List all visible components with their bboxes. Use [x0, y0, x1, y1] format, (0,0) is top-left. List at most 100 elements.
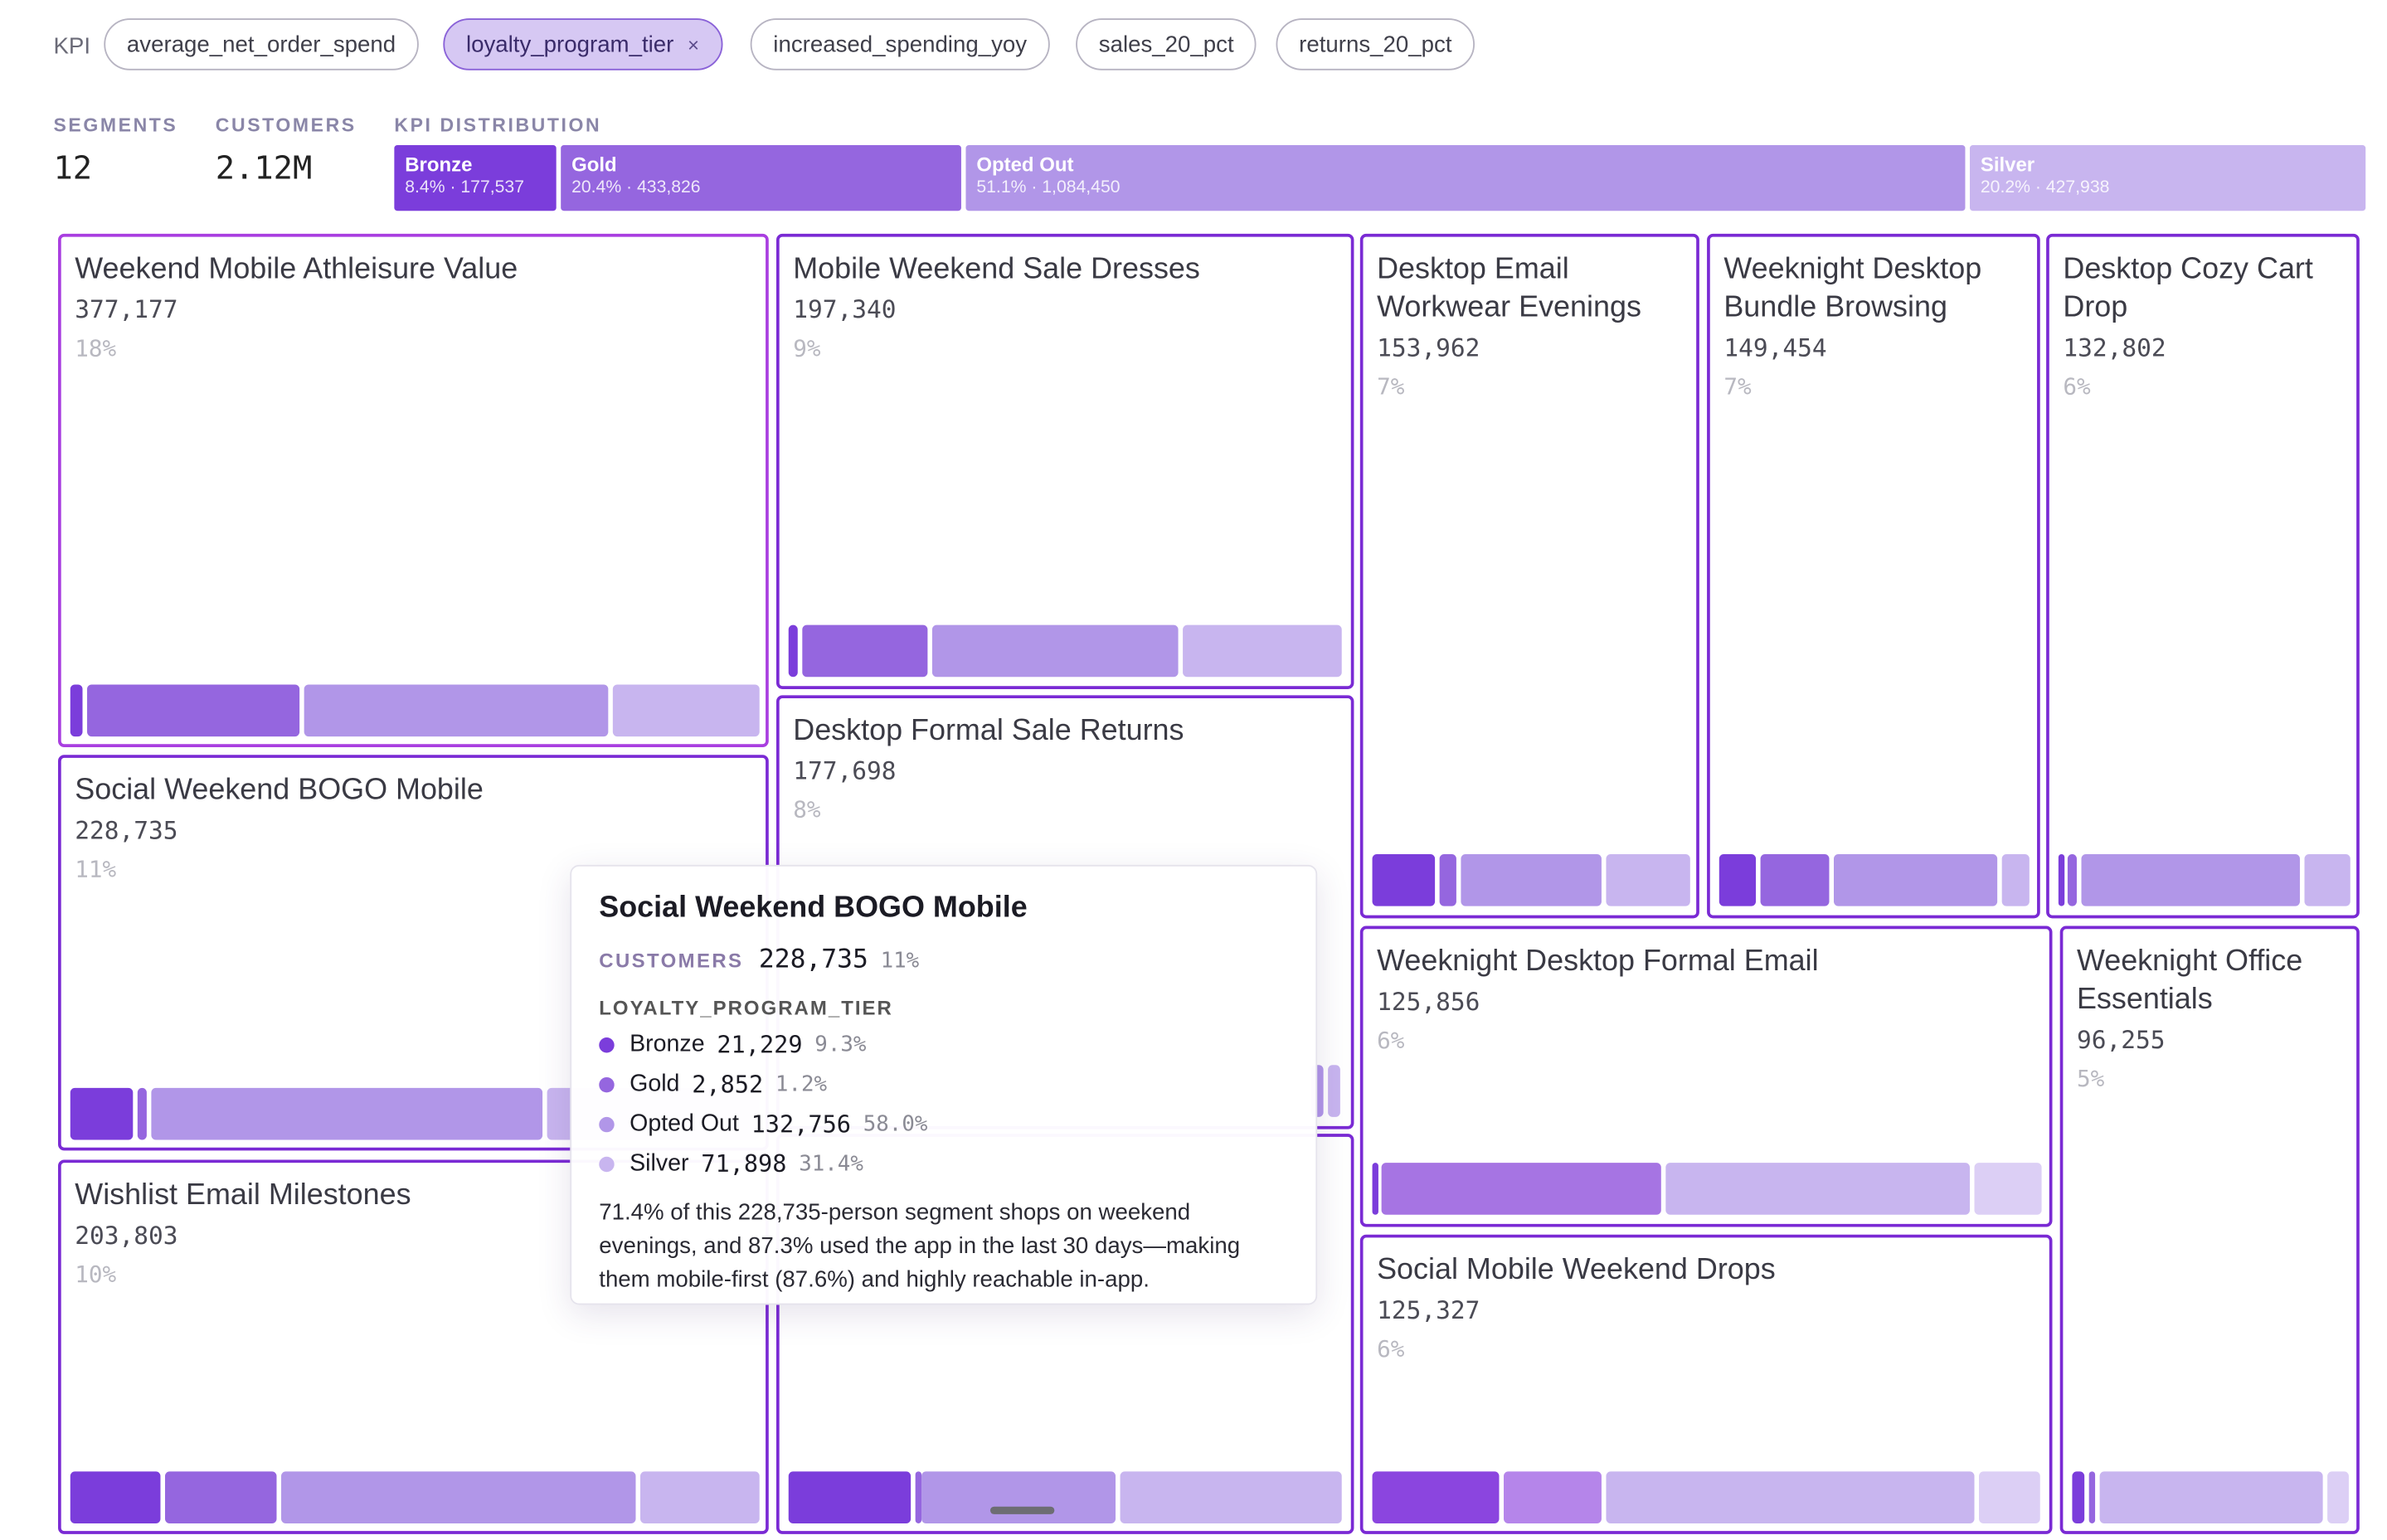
segment-percent: 7%	[1723, 372, 1752, 401]
segment-percent: 10%	[75, 1261, 117, 1289]
segment-tile[interactable]: Mobile Weekend Sale Dresses 197,340 9%	[775, 233, 1354, 689]
close-icon[interactable]: ×	[688, 33, 699, 56]
tooltip-row-value: 2,852	[692, 1071, 764, 1099]
tooltip-row-pct: 9.3%	[814, 1032, 867, 1058]
kpi-pill-sales-20-pct[interactable]: sales_20_pct	[1076, 18, 1257, 70]
segment-title: Social Weekend BOGO Mobile	[75, 773, 484, 807]
bar-gold	[802, 624, 928, 678]
segment-customers: 132,802	[2063, 333, 2166, 362]
segment-title: Desktop Email Workwear Evenings	[1377, 252, 1641, 324]
tooltip-row-value: 132,756	[751, 1110, 851, 1139]
bar-gold	[1439, 853, 1456, 906]
tooltip-row-pct: 1.2%	[775, 1072, 828, 1097]
segment-title: Desktop Formal Sale Returns	[793, 713, 1184, 747]
bar-silver	[2304, 853, 2351, 906]
bar-gold	[1381, 1163, 1661, 1215]
segment-tile[interactable]: Desktop Cozy Cart Drop 132,802 6%	[2046, 233, 2360, 919]
distribution-name: Bronze	[405, 153, 473, 176]
bar-bronze	[1719, 853, 1757, 906]
segment-title: Weeknight Office Essentials	[2076, 944, 2303, 1017]
bar-silver	[1328, 1065, 1340, 1117]
tooltip-row-label: Bronze	[630, 1031, 705, 1058]
bar-silver	[1974, 1163, 2042, 1215]
segment-tile[interactable]: Desktop Email Workwear Evenings 153,962 …	[1359, 233, 1699, 919]
kpi-distribution-label: KPI DISTRIBUTION	[394, 114, 602, 136]
tooltip-row-value: 21,229	[717, 1031, 803, 1059]
kpi-pill-returns-20-pct[interactable]: returns_20_pct	[1276, 18, 1475, 70]
segment-customers: 153,962	[1377, 333, 1480, 362]
tooltip-customers-pct: 11%	[880, 949, 920, 974]
bar-silver	[1120, 1471, 1342, 1523]
bar-bronze	[1372, 853, 1436, 906]
legend-dot-icon	[599, 1156, 615, 1173]
pill-label: average_net_order_spend	[126, 31, 396, 58]
tooltip-row-value: 71,898	[701, 1150, 787, 1178]
bar-bronze	[788, 624, 798, 678]
segment-tile[interactable]: Weeknight Desktop Formal Email 125,856 6…	[1359, 925, 2053, 1227]
pill-label: returns_20_pct	[1299, 31, 1452, 58]
bar-bronze	[1372, 1163, 1378, 1215]
pill-label: increased_spending_yoy	[773, 31, 1028, 58]
segments-value: 12	[53, 149, 93, 187]
bar-opted-out	[1461, 853, 1602, 906]
bar-gold	[2088, 1471, 2096, 1523]
segment-customers: 177,698	[793, 756, 897, 786]
segment-title: Social Mobile Weekend Drops	[1377, 1252, 1776, 1287]
bar-bronze	[70, 1471, 161, 1523]
bar-opted-out	[931, 624, 1179, 678]
distribution-detail: 20.2% · 427,938	[1980, 178, 2110, 197]
distribution-detail: 8.4% · 177,537	[405, 178, 525, 197]
bar-opted-out	[1665, 1163, 1970, 1215]
drag-handle[interactable]	[989, 1506, 1055, 1514]
distribution-name: Gold	[571, 153, 617, 176]
tooltip-row-label: Silver	[630, 1150, 689, 1177]
segment-percent: 6%	[1377, 1335, 1405, 1363]
kpi-pill-increased-spending-yoy[interactable]: increased_spending_yoy	[750, 18, 1050, 70]
pill-label: loyalty_program_tier	[465, 31, 674, 58]
bar-gold	[915, 1471, 922, 1523]
segment-percent: 6%	[2063, 372, 2091, 401]
kpi-pill-average-net-order-spend[interactable]: average_net_order_spend	[104, 18, 419, 70]
distribution-detail: 20.4% · 433,826	[571, 178, 701, 197]
distribution-name: Silver	[1980, 153, 2035, 176]
segment-customers: 197,340	[793, 294, 897, 324]
segment-percent: 7%	[1377, 372, 1405, 401]
bar-gold	[87, 684, 300, 737]
bar-bronze	[2072, 1471, 2085, 1523]
segment-customers: 149,454	[1723, 333, 1827, 362]
bar-opted-out	[2099, 1471, 2323, 1523]
legend-dot-icon	[599, 1116, 615, 1133]
segment-tile[interactable]: Social Mobile Weekend Drops 125,327 6%	[1359, 1234, 2053, 1534]
bar-opted-out	[921, 1471, 1116, 1523]
tooltip-title: Social Weekend BOGO Mobile	[599, 891, 1028, 925]
tooltip-row: Opted Out 132,756 58.0%	[599, 1105, 1288, 1144]
distribution-segment-opted-out[interactable]: Opted Out 51.1% · 1,084,450	[965, 145, 1966, 211]
tooltip-row-pct: 31.4%	[799, 1152, 863, 1177]
bar-opted-out	[151, 1087, 543, 1140]
tooltip-row: Gold 2,852 1.2%	[599, 1065, 1288, 1105]
bar-gold	[137, 1087, 147, 1140]
bar-bronze	[2058, 853, 2065, 906]
segment-tile[interactable]: Weeknight Office Essentials 96,255 5%	[2059, 925, 2360, 1534]
segment-title: Weeknight Desktop Formal Email	[1377, 944, 1819, 979]
kpi-pill-loyalty-program-tier[interactable]: loyalty_program_tier ×	[443, 18, 722, 70]
distribution-segment-bronze[interactable]: Bronze 8.4% · 177,537	[394, 145, 557, 211]
segment-percent: 8%	[793, 795, 821, 824]
distribution-segment-silver[interactable]: Silver 20.2% · 427,938	[1969, 145, 2366, 211]
bar-silver	[612, 684, 760, 737]
segment-percent: 18%	[75, 334, 117, 362]
segment-title: Desktop Cozy Cart Drop	[2063, 252, 2313, 324]
customers-label: CUSTOMERS	[215, 114, 357, 136]
tooltip-customers-label: CUSTOMERS	[599, 949, 744, 972]
bar-gold	[164, 1471, 277, 1523]
distribution-segment-gold[interactable]: Gold 20.4% · 433,826	[561, 145, 961, 211]
bar-opted-out	[1606, 1471, 1975, 1523]
segment-treemap-app: KPI average_net_order_spend loyalty_prog…	[0, 0, 2387, 1540]
tooltip-customers-value: 228,735	[758, 944, 868, 975]
bar-gold	[2067, 853, 2077, 906]
segment-tile[interactable]: Weekend Mobile Athleisure Value 377,177 …	[58, 233, 769, 747]
bar-bronze	[70, 1087, 134, 1140]
segment-tile[interactable]: Weeknight Desktop Bundle Browsing 149,45…	[1707, 233, 2040, 919]
segment-customers: 228,735	[75, 815, 178, 845]
segment-customers: 125,856	[1377, 987, 1480, 1017]
